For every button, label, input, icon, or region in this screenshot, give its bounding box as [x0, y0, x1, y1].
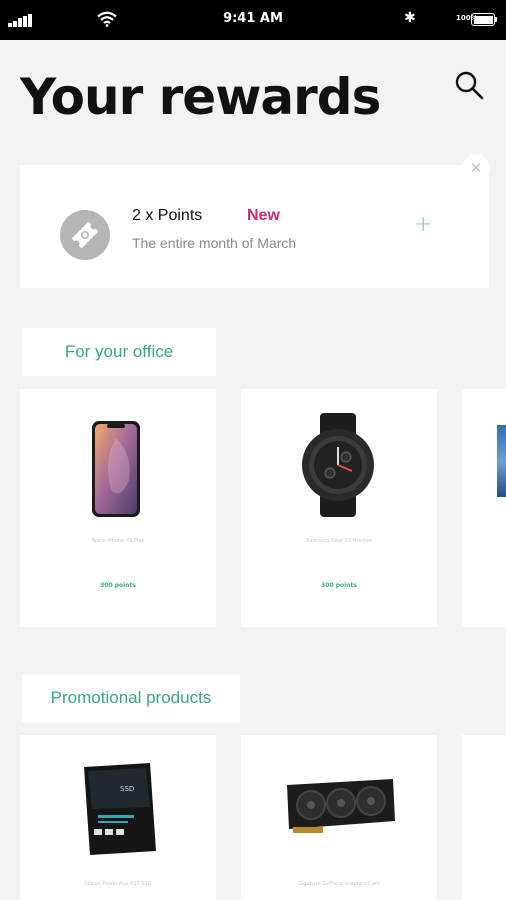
promo-card[interactable]: 2 x Points New The entire month of March…	[20, 165, 489, 288]
search-icon[interactable]	[454, 70, 484, 100]
section-label-promotional[interactable]: Promotional products	[22, 674, 240, 722]
smartwatch-image	[302, 413, 374, 517]
product-card[interactable]: Gigabyte GeForce Graphics Card	[241, 735, 437, 900]
promo-subtitle: The entire month of March	[132, 235, 297, 251]
add-icon[interactable]: +	[414, 212, 432, 237]
laptop-image	[497, 425, 506, 497]
product-name: Apple iPhone XS Max	[91, 538, 145, 544]
new-badge: New	[247, 207, 280, 224]
svg-text:SSD: SSD	[120, 785, 134, 793]
ticket-icon	[60, 210, 110, 260]
product-card-partial[interactable]	[462, 735, 506, 900]
promo-title: 2 x Points	[132, 207, 203, 224]
product-card[interactable]: Apple iPhone XS Max 300 points	[20, 389, 216, 627]
product-card-partial[interactable]	[462, 389, 506, 627]
page-title: Your rewards	[20, 68, 381, 126]
product-points: 300 points	[321, 582, 357, 589]
bluetooth-icon: ✱	[404, 10, 416, 26]
status-time: 9:41 AM	[223, 11, 283, 26]
product-name: Gigabyte GeForce Graphics Card	[298, 881, 380, 887]
product-card[interactable]: Samsung Gear S3 Frontier 300 points	[241, 389, 437, 627]
product-card[interactable]: SSD Silicon Power Ace A55 SSD	[20, 735, 216, 900]
product-points: 300 points	[100, 582, 136, 589]
close-icon[interactable]: ✕	[462, 154, 490, 182]
graphics-card-image	[287, 779, 395, 833]
status-bar: 9:41 AM ✱ 100%	[0, 0, 506, 40]
product-name: Silicon Power Ace A55 SSD	[84, 881, 152, 887]
phone-image	[92, 421, 140, 517]
product-name: Samsung Gear S3 Frontier	[306, 538, 372, 544]
ssd-image: SSD	[84, 763, 156, 855]
section-label-office[interactable]: For your office	[22, 328, 216, 376]
battery-icon: 100%	[456, 13, 498, 27]
